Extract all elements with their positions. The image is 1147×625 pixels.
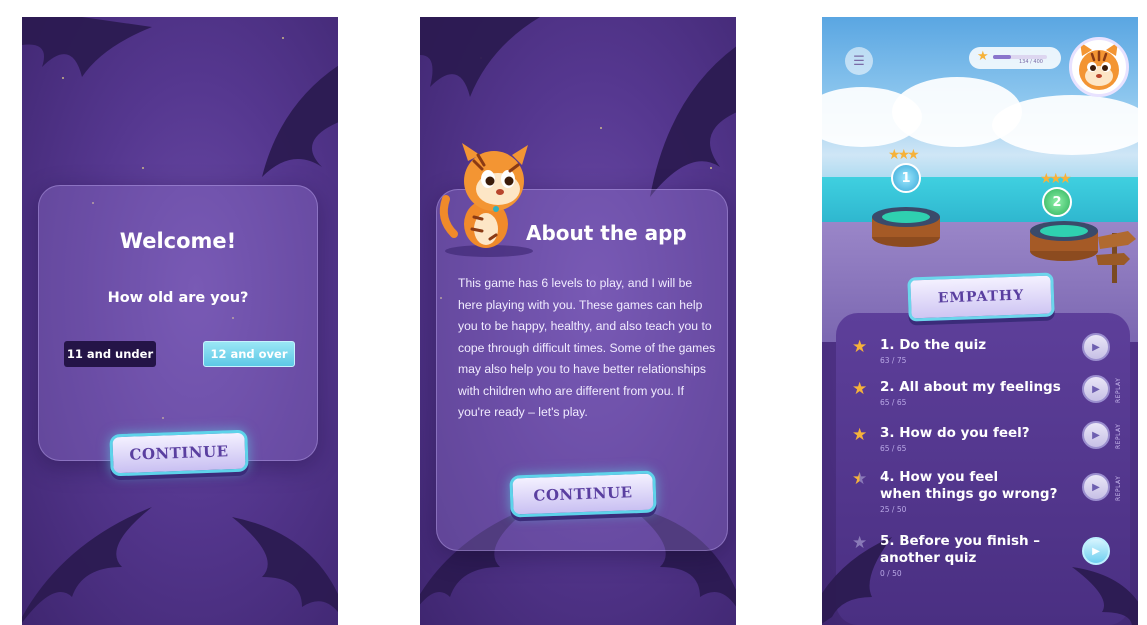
signpost-icon [1096,231,1136,283]
hamburger-icon: ☰ [853,53,865,69]
full-star-icon: ★ [852,337,868,357]
level-score: 65 / 65 [880,444,907,453]
tiger-face-icon [1079,42,1119,90]
continue-button[interactable]: CONTINUE [509,470,657,518]
level-item-2[interactable]: ★ 2. All about my feelings 65 / 65 [852,379,1092,409]
level-badge-1[interactable]: 1 [891,163,921,193]
level-item-1[interactable]: ★ 1. Do the quiz 63 / 75 [852,337,1092,367]
level-pedestal-1 [872,207,940,247]
replay-label[interactable]: REPLAY [1115,424,1122,449]
age-option-11-and-under[interactable]: 11 and under [64,341,156,367]
levels-screen: 1 2 ★★★ ★★★ ☰ ★ 134 / 400 EMPATHY ★ 1. D… [822,17,1138,625]
level-item-4[interactable]: ★ 4. How you feel when things go wrong? … [852,469,1092,517]
age-option-12-and-over[interactable]: 12 and over [203,341,295,367]
menu-button[interactable]: ☰ [845,47,873,75]
progress-text: 134 / 400 [1019,59,1043,65]
page-title: Welcome! [119,229,237,253]
play-icon: ▶ [1092,383,1100,395]
level-score: 63 / 75 [880,356,907,365]
play-button-level-5[interactable]: ▶ [1082,537,1110,565]
empty-star-icon: ★ [852,533,868,553]
play-button-level-1[interactable]: ▶ [1082,333,1110,361]
continue-button[interactable]: CONTINUE [109,429,249,477]
category-banner: EMPATHY [907,272,1055,322]
level-badge-2[interactable]: 2 [1042,187,1072,217]
level-title-line1: 5. Before you finish – [880,533,1041,549]
full-star-icon: ★ [852,425,868,445]
level-score: 25 / 50 [880,505,907,514]
welcome-screen: Welcome! How old are you? 11 and under 1… [22,17,338,625]
tiger-avatar[interactable] [1069,37,1129,97]
sparkle [600,127,602,129]
play-button-level-4[interactable]: ▶ [1082,473,1110,501]
full-star-icon: ★ [852,379,868,399]
badge-stars-icon: ★★★ [888,147,920,163]
play-icon: ▶ [1092,545,1100,557]
half-star-icon: ★ [852,469,868,489]
about-description: This game has 6 levels to play, and I wi… [458,276,716,419]
about-screen: About the app This game has 6 levels to … [420,17,736,625]
welcome-card [38,185,318,461]
play-button-level-3[interactable]: ▶ [1082,421,1110,449]
progress-fill [993,55,1012,59]
replay-label[interactable]: REPLAY [1115,476,1122,501]
progress-pill: ★ 134 / 400 [969,47,1061,69]
level-score: 0 / 50 [880,569,902,578]
palm-leaf-icon [22,17,152,77]
play-icon: ▶ [1092,341,1100,353]
palm-leaf-icon [22,507,152,623]
level-title-line2: another quiz [880,550,977,566]
page-title: About the app [526,221,687,245]
play-icon: ▶ [1092,481,1100,493]
level-title-line2: when things go wrong? [880,486,1058,502]
level-title-line1: 4. How you feel [880,469,999,485]
sparkle [282,37,284,39]
palm-leaf-icon [420,17,540,97]
replay-label[interactable]: REPLAY [1115,378,1122,403]
level-title: 1. Do the quiz [880,337,987,353]
star-icon: ★ [977,49,989,64]
level-pedestal-2 [1030,221,1098,261]
level-score: 65 / 65 [880,398,907,407]
cloud [992,95,1138,155]
age-question: How old are you? [107,290,249,306]
level-title: 2. All about my feelings [880,379,1061,395]
play-icon: ▶ [1092,429,1100,441]
play-button-level-2[interactable]: ▶ [1082,375,1110,403]
level-item-3[interactable]: ★ 3. How do you feel? 65 / 65 [852,425,1092,455]
level-item-5[interactable]: ★ 5. Before you finish – another quiz 0 … [852,533,1092,581]
level-title: 3. How do you feel? [880,425,1030,441]
sparkle [142,167,144,169]
badge-stars-icon: ★★★ [1040,171,1072,187]
palm-leaf-icon [232,517,338,613]
